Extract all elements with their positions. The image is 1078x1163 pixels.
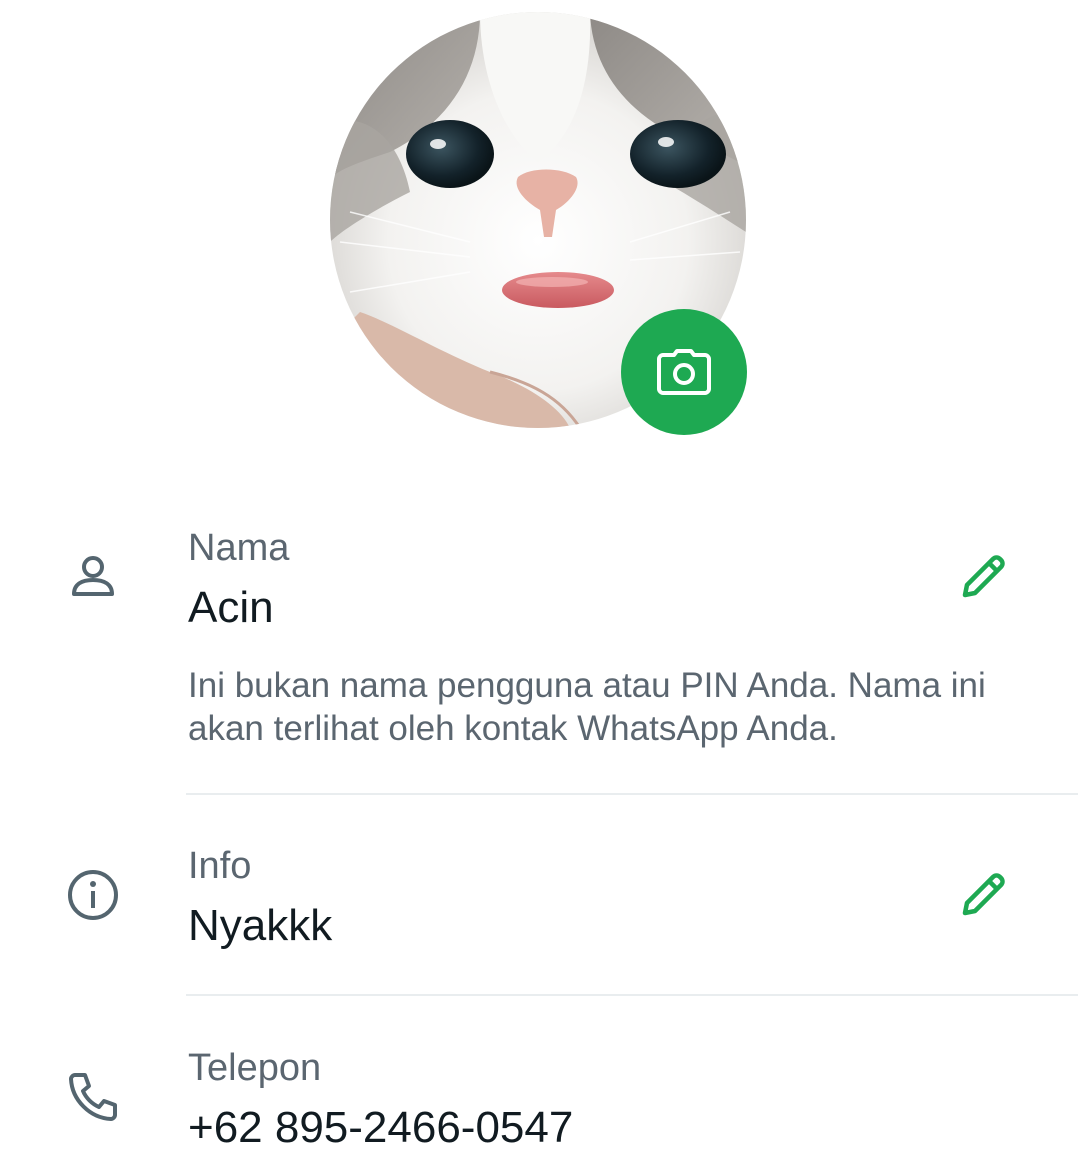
info-icon: [62, 864, 124, 926]
about-label: Info: [188, 845, 252, 887]
name-label: Nama: [188, 527, 290, 569]
phone-value: +62 895-2466-0547: [188, 1103, 574, 1152]
pencil-icon: [962, 555, 1005, 598]
divider: [186, 994, 1078, 996]
person-icon: [62, 546, 124, 608]
divider: [186, 793, 1078, 795]
about-value: Nyakkk: [188, 901, 333, 950]
phone-label: Telepon: [188, 1047, 322, 1089]
phone-row: Telepon +62 895-2466-0547: [0, 1040, 1078, 1163]
change-photo-button[interactable]: [621, 309, 747, 435]
edit-name-button[interactable]: [950, 544, 1016, 610]
about-row[interactable]: Info Nyakkk: [0, 838, 1078, 994]
name-value: Acin: [188, 583, 274, 632]
name-help-text: Ini bukan nama pengguna atau PIN Anda. N…: [188, 666, 986, 748]
pencil-icon: [962, 873, 1005, 916]
edit-about-button[interactable]: [950, 862, 1016, 928]
name-row[interactable]: Nama Acin Ini bukan nama pengguna atau P…: [0, 520, 1078, 792]
profile-photo-section: [330, 12, 747, 435]
camera-icon: [657, 349, 711, 395]
phone-icon: [62, 1066, 124, 1128]
